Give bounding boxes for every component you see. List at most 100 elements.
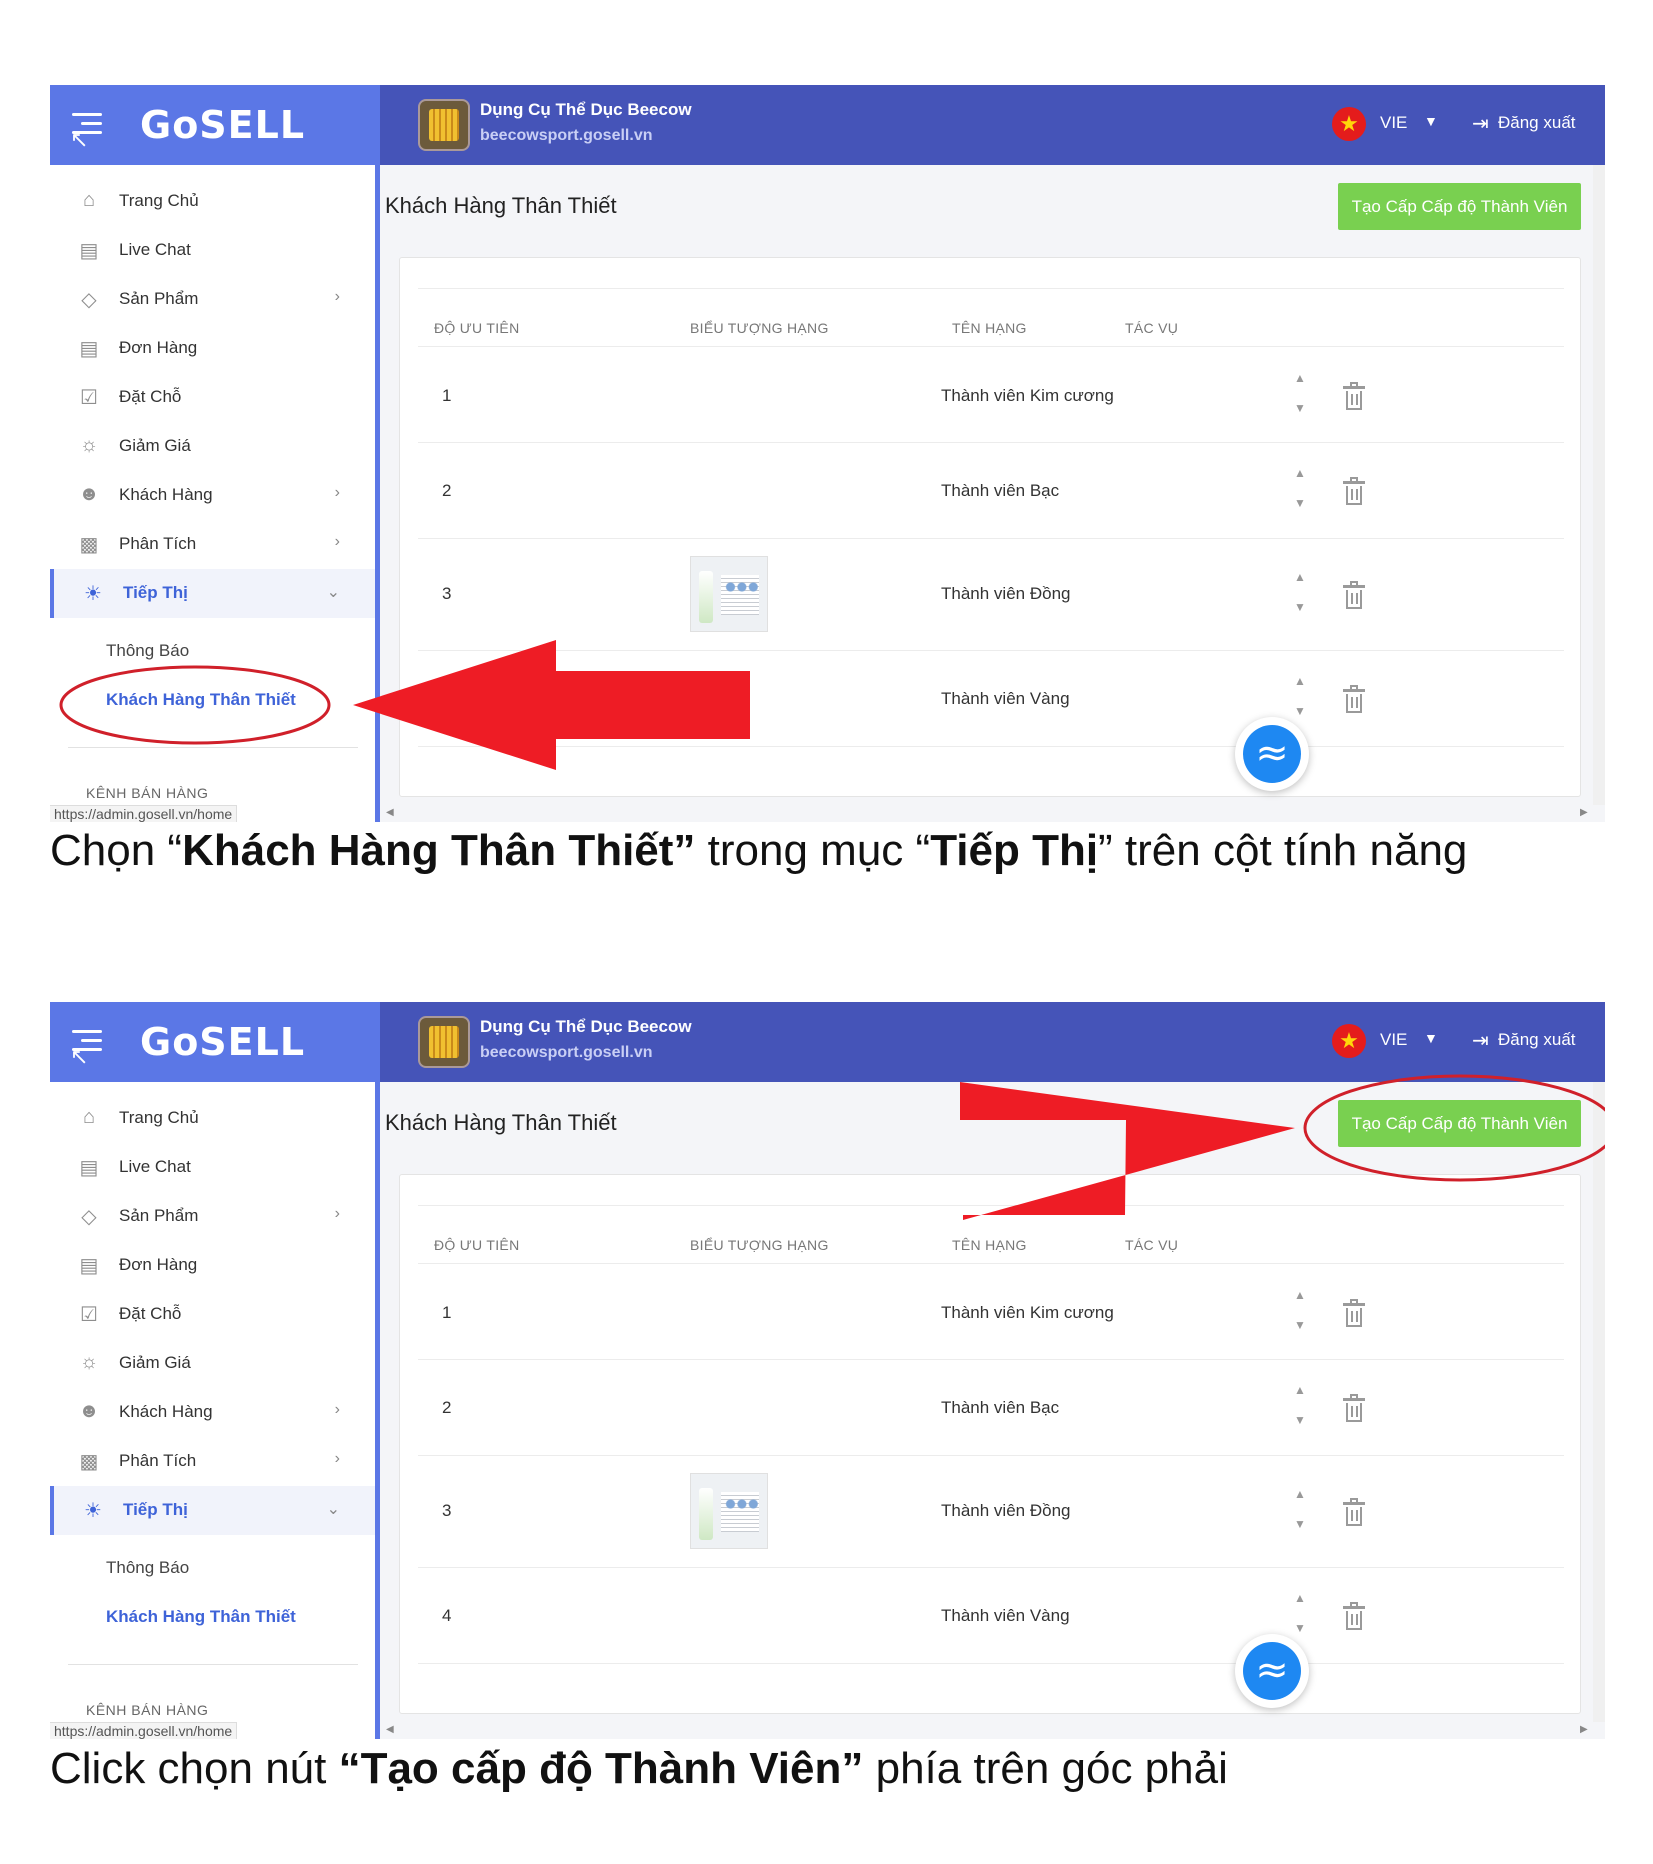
vertical-scrollbar[interactable] xyxy=(1593,165,1605,805)
arrow-up-icon[interactable]: ▲ xyxy=(1294,466,1308,480)
vietnam-flag-icon[interactable]: ★ xyxy=(1332,1024,1366,1058)
trash-icon[interactable] xyxy=(1343,1498,1365,1526)
sidebar-item-live-chat[interactable]: ▤ Live Chat xyxy=(50,226,375,275)
reorder-arrows[interactable]: ▲ ▼ xyxy=(1294,371,1308,415)
arrow-down-icon[interactable]: ▼ xyxy=(1294,496,1308,510)
lightbulb-icon: ☀ xyxy=(84,1500,102,1522)
caret-down-icon[interactable]: ▼ xyxy=(1424,113,1438,129)
arrow-down-icon[interactable]: ▼ xyxy=(1294,1318,1308,1332)
reorder-arrows[interactable]: ▲ ▼ xyxy=(1294,466,1308,510)
arrow-up-icon[interactable]: ▲ xyxy=(1294,1383,1308,1397)
trash-icon[interactable] xyxy=(1343,581,1365,609)
sidebar-item-booking[interactable]: ☑ Đặt Chỗ xyxy=(50,1290,375,1339)
arrow-up-icon[interactable]: ▲ xyxy=(1294,1591,1308,1605)
sidebar-item-marketing[interactable]: ☀ Tiếp Thị ⌄ xyxy=(50,1486,375,1535)
arrow-up-icon[interactable]: ▲ xyxy=(1294,674,1308,688)
sidebar-item-analytics[interactable]: ▩ Phân Tích › xyxy=(50,1437,375,1486)
create-membership-level-button[interactable]: Tạo Cấp Cấp độ Thành Viên xyxy=(1338,1100,1581,1147)
store-name: Dụng Cụ Thể Dục Beecow xyxy=(480,1017,692,1036)
sidebar-item-discounts[interactable]: ☼ Giảm Giá xyxy=(50,422,375,471)
reorder-arrows[interactable]: ▲ ▼ xyxy=(1294,1383,1308,1427)
sidebar-item-customers[interactable]: ☻ Khách Hàng › xyxy=(50,471,375,520)
scroll-left-icon[interactable]: ◀ xyxy=(386,807,394,818)
trash-icon[interactable] xyxy=(1343,1602,1365,1630)
reorder-arrows[interactable]: ▲ ▼ xyxy=(1294,674,1308,718)
language-selector[interactable]: VIE xyxy=(1380,113,1407,133)
arrow-down-icon[interactable]: ▼ xyxy=(1294,401,1308,415)
arrow-down-icon[interactable]: ▼ xyxy=(1294,1621,1308,1635)
sidebar-item-live-chat[interactable]: ▤ Live Chat xyxy=(50,1143,375,1192)
discount-icon: ☼ xyxy=(79,434,99,456)
trash-icon[interactable] xyxy=(1343,382,1365,410)
sidebar-item-discounts[interactable]: ☼ Giảm Giá xyxy=(50,1339,375,1388)
column-header-icon: BIỂU TƯỢNG HẠNG xyxy=(690,320,829,336)
sidebar-divider xyxy=(68,1664,358,1665)
trash-icon[interactable] xyxy=(1343,1299,1365,1327)
vertical-scrollbar[interactable] xyxy=(1593,1082,1605,1722)
row-level-name: Thành viên Đồng xyxy=(941,1501,1071,1520)
arrow-down-icon[interactable]: ▼ xyxy=(1294,1517,1308,1531)
sidebar-item-label: Khách Hàng xyxy=(119,485,213,504)
trash-icon[interactable] xyxy=(1343,1394,1365,1422)
home-icon: ⌂ xyxy=(82,1106,96,1128)
sidebar-item-home[interactable]: ⌂ Trang Chủ xyxy=(50,1094,375,1143)
language-selector[interactable]: VIE xyxy=(1380,1030,1407,1050)
main-content: Khách Hàng Thân Thiết Tạo Cấp Cấp độ Thà… xyxy=(385,165,1605,822)
column-header-actions: TÁC VỤ xyxy=(1125,1237,1179,1253)
caption-bold: Khách Hàng Thân Thiết” xyxy=(182,826,696,875)
arrow-down-icon[interactable]: ▼ xyxy=(1294,600,1308,614)
logout-icon[interactable]: ⇥ xyxy=(1472,111,1489,136)
table-divider xyxy=(418,1663,1564,1664)
arrow-up-icon[interactable]: ▲ xyxy=(1294,371,1308,385)
column-header-name: TÊN HẠNG xyxy=(952,1237,1027,1253)
store-url: beecowsport.gosell.vn xyxy=(480,1044,653,1061)
reorder-arrows[interactable]: ▲ ▼ xyxy=(1294,1591,1308,1635)
arrow-up-icon[interactable]: ▲ xyxy=(1294,1487,1308,1501)
reorder-arrows[interactable]: ▲ ▼ xyxy=(1294,1288,1308,1332)
arrow-down-icon[interactable]: ▼ xyxy=(1294,704,1308,718)
scroll-right-icon[interactable]: ▶ xyxy=(1580,1724,1588,1735)
scroll-right-icon[interactable]: ▶ xyxy=(1580,807,1588,818)
logout-link[interactable]: Đăng xuất xyxy=(1498,113,1576,133)
sidebar-item-analytics[interactable]: ▩ Phân Tích › xyxy=(50,520,375,569)
logout-icon[interactable]: ⇥ xyxy=(1472,1028,1489,1053)
sidebar-item-home[interactable]: ⌂ Trang Chủ xyxy=(50,177,375,226)
logout-link[interactable]: Đăng xuất xyxy=(1498,1030,1576,1050)
row-priority: 4 xyxy=(442,1606,452,1625)
discount-icon: ☼ xyxy=(79,1351,99,1373)
document-icon: ▤ xyxy=(79,1255,99,1277)
messenger-icon[interactable] xyxy=(1235,717,1309,791)
table-divider xyxy=(418,442,1564,443)
arrow-up-icon[interactable]: ▲ xyxy=(1294,1288,1308,1302)
document-icon: ▤ xyxy=(79,338,99,360)
vietnam-flag-icon[interactable]: ★ xyxy=(1332,107,1366,141)
sidebar-item-orders[interactable]: ▤ Đơn Hàng xyxy=(50,324,375,373)
status-bar-url: https://admin.gosell.vn/home xyxy=(50,805,238,822)
sidebar-subitem-notifications[interactable]: Thông Báo xyxy=(106,1558,189,1578)
chevron-down-icon: ⌄ xyxy=(326,584,340,601)
trash-icon[interactable] xyxy=(1343,477,1365,505)
sidebar-item-label: Đơn Hàng xyxy=(119,1255,198,1274)
trash-icon[interactable] xyxy=(1343,685,1365,713)
row-level-name: Thành viên Kim cương xyxy=(941,386,1114,405)
create-membership-level-button[interactable]: Tạo Cấp Cấp độ Thành Viên xyxy=(1338,183,1581,230)
caption-text: Chọn “ xyxy=(50,826,183,875)
reorder-arrows[interactable]: ▲ ▼ xyxy=(1294,1487,1308,1531)
sidebar-item-orders[interactable]: ▤ Đơn Hàng xyxy=(50,1241,375,1290)
sidebar-subitem-loyal-customers[interactable]: Khách Hàng Thân Thiết xyxy=(106,690,296,710)
sidebar-item-customers[interactable]: ☻ Khách Hàng › xyxy=(50,1388,375,1437)
sidebar-item-marketing[interactable]: ☀ Tiếp Thị ⌄ xyxy=(50,569,375,618)
scroll-left-icon[interactable]: ◀ xyxy=(386,1724,394,1735)
sidebar-item-products[interactable]: ◇ Sản Phẩm › xyxy=(50,275,375,324)
sidebar-subitem-notifications[interactable]: Thông Báo xyxy=(106,641,189,661)
arrow-up-icon[interactable]: ▲ xyxy=(1294,570,1308,584)
sidebar-subitem-loyal-customers[interactable]: Khách Hàng Thân Thiết xyxy=(106,1607,296,1627)
reorder-arrows[interactable]: ▲ ▼ xyxy=(1294,570,1308,614)
messenger-icon[interactable] xyxy=(1235,1634,1309,1708)
caret-down-icon[interactable]: ▼ xyxy=(1424,1030,1438,1046)
arrow-down-icon[interactable]: ▼ xyxy=(1294,1413,1308,1427)
column-header-priority: ĐỘ ƯU TIÊN xyxy=(434,320,520,336)
sidebar-item-products[interactable]: ◇ Sản Phẩm › xyxy=(50,1192,375,1241)
chevron-right-icon: › xyxy=(334,533,340,550)
sidebar-item-booking[interactable]: ☑ Đặt Chỗ xyxy=(50,373,375,422)
